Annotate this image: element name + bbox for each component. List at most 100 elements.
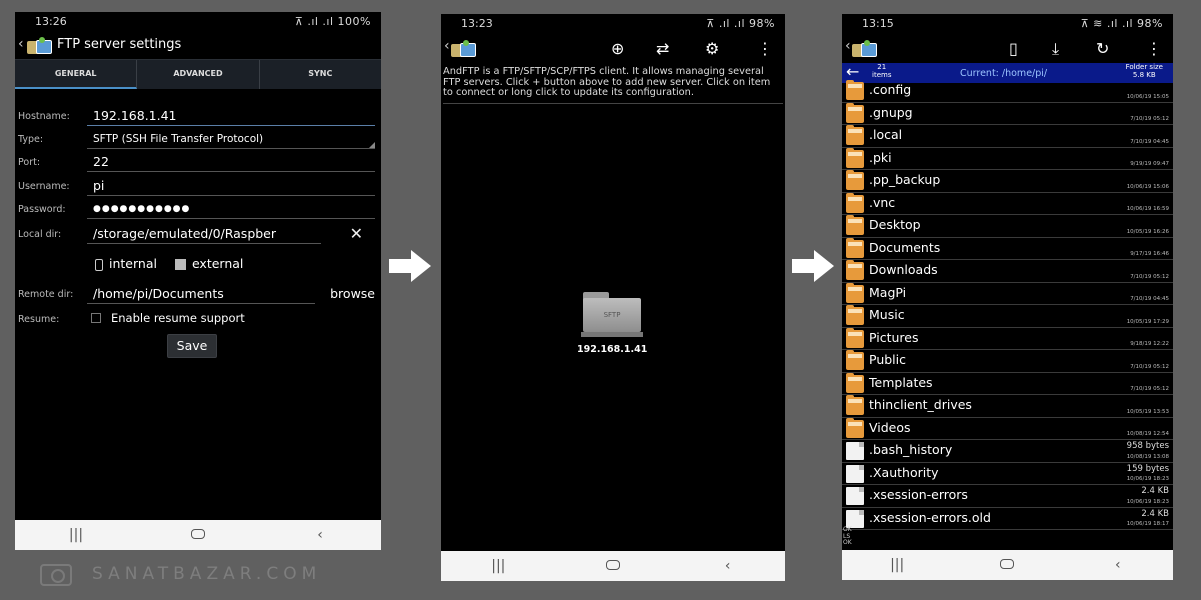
tab-bar: GENERAL ADVANCED SYNC	[15, 59, 381, 89]
folder-size-value: 5.8 KB	[1132, 70, 1156, 79]
recents-icon[interactable]: |||	[46, 527, 106, 543]
internal-option[interactable]: internal	[95, 256, 157, 271]
andftp-logo-icon	[27, 37, 53, 55]
file-row[interactable]: Pictures 9/18/19 12:22	[842, 327, 1173, 350]
home-icon	[1000, 559, 1015, 569]
recents-icon[interactable]: |||	[867, 557, 927, 573]
more-icon[interactable]: ⋮	[1146, 39, 1162, 58]
more-icon[interactable]: ⋮	[757, 39, 773, 58]
file-icon	[846, 442, 864, 460]
camera-icon	[40, 564, 72, 586]
local-dir-input[interactable]: /storage/emulated/0/Raspber	[87, 223, 321, 244]
password-input[interactable]: ●●●●●●●●●●●	[87, 198, 375, 219]
browse-button[interactable]: browse	[330, 286, 375, 301]
device-icon[interactable]: ▯	[1009, 39, 1018, 58]
file-name: .config	[869, 82, 912, 97]
file-row[interactable]: Templates 7/10/19 05:12	[842, 372, 1173, 395]
back-icon[interactable]: ‹	[845, 38, 851, 54]
file-name: .pki	[869, 149, 892, 165]
recents-icon[interactable]: |||	[468, 558, 528, 574]
up-arrow-icon[interactable]: ←	[846, 63, 859, 81]
file-row[interactable]: Downloads 7/10/19 05:12	[842, 260, 1173, 283]
file-name: .xsession-errors.old	[869, 509, 991, 525]
file-name: Public	[869, 352, 906, 367]
file-row[interactable]: .config 10/06/19 15:05	[842, 80, 1173, 103]
resume-checkbox[interactable]	[91, 313, 101, 323]
external-option[interactable]: external	[174, 256, 243, 271]
andftp-logo-icon	[451, 40, 477, 58]
add-server-icon[interactable]: ⊕	[611, 39, 624, 58]
file-row[interactable]: Public 7/10/19 05:12	[842, 350, 1173, 373]
back-nav-icon[interactable]: ‹	[1088, 557, 1148, 573]
file-row[interactable]: .local 7/10/19 04:45	[842, 125, 1173, 148]
folder-icon	[846, 305, 864, 325]
resume-checkbox-label: Enable resume support	[111, 311, 245, 325]
clear-icon[interactable]: ✕	[350, 224, 363, 243]
file-name: .vnc	[869, 194, 896, 210]
back-nav-icon[interactable]: ‹	[698, 558, 758, 574]
tab-advanced[interactable]: ADVANCED	[137, 60, 260, 89]
save-button[interactable]: Save	[167, 334, 217, 358]
transfer-icon[interactable]: ⇄	[656, 39, 669, 58]
home-button[interactable]	[583, 558, 643, 574]
file-name: .pp_backup	[869, 172, 941, 187]
file-row[interactable]: thinclient_drives 10/05/19 13:53	[842, 395, 1173, 418]
file-row[interactable]: .Xauthority 159 bytes 10/06/19 18:23	[842, 463, 1173, 485]
folder-icon	[846, 192, 864, 213]
file-row[interactable]: .bash_history 958 bytes 10/08/19 13:08	[842, 440, 1173, 463]
file-size: 2.4 KB	[1141, 486, 1169, 496]
remote-dir-input[interactable]: /home/pi/Documents	[87, 283, 315, 304]
refresh-icon[interactable]: ↻	[1096, 39, 1109, 58]
tab-general[interactable]: GENERAL	[15, 60, 138, 89]
tab-sync[interactable]: SYNC	[260, 60, 381, 89]
folder-icon	[846, 327, 864, 348]
file-row[interactable]: Videos 10/08/19 12:54	[842, 417, 1173, 440]
back-icon[interactable]: ‹	[444, 38, 450, 54]
file-row[interactable]: .gnupg 7/10/19 05:12	[842, 102, 1173, 125]
file-row[interactable]: .pp_backup 10/06/19 15:06	[842, 170, 1173, 193]
hostname-input[interactable]: 192.168.1.41	[87, 105, 375, 126]
file-row[interactable]: .pki 9/19/19 09:47	[842, 147, 1173, 170]
file-row[interactable]: .vnc 10/06/19 16:59	[842, 192, 1173, 215]
file-row[interactable]: .xsession-errors 2.4 KB 10/06/19 18:23	[842, 485, 1173, 508]
folder-icon	[846, 350, 864, 370]
server-item[interactable]: SFTP 192.168.1.41	[577, 292, 647, 355]
file-date: 9/17/19 16:46	[1130, 251, 1169, 257]
port-input[interactable]: 22	[87, 151, 375, 172]
file-row[interactable]: Documents 9/17/19 16:46	[842, 237, 1173, 260]
username-row: Username: pi	[15, 175, 381, 197]
file-date: 7/10/19 04:45	[1130, 296, 1169, 302]
file-date: 9/18/19 12:22	[1130, 341, 1169, 347]
system-nav-bar: ||| ‹	[15, 520, 381, 550]
file-row[interactable]: .xsession-errors.old 2.4 KB 10/06/19 18:17	[842, 508, 1173, 530]
home-button[interactable]	[977, 557, 1037, 573]
file-date: 10/08/19 12:54	[1126, 431, 1169, 437]
sftp-folder-icon: SFTP	[581, 292, 643, 338]
file-name: Pictures	[869, 329, 919, 345]
sdcard-icon	[174, 259, 186, 270]
file-name: Documents	[869, 239, 941, 255]
download-icon[interactable]: ⤓	[1052, 39, 1059, 59]
file-row[interactable]: Music 10/05/19 17:29	[842, 305, 1173, 328]
file-row[interactable]: MagPi 7/10/19 04:45	[842, 282, 1173, 305]
system-nav-bar: ||| ‹	[842, 550, 1173, 580]
gear-icon[interactable]: ⚙	[705, 39, 719, 58]
username-input[interactable]: pi	[87, 175, 375, 196]
home-button[interactable]	[168, 527, 228, 543]
resume-row: Resume: Enable resume support	[15, 308, 381, 330]
port-label: Port:	[18, 157, 41, 168]
back-icon[interactable]: ‹	[18, 36, 24, 52]
folder-icon	[846, 260, 864, 280]
type-select[interactable]: SFTP (SSH File Transfer Protocol)	[87, 128, 375, 149]
back-nav-icon[interactable]: ‹	[290, 527, 350, 543]
folder-icon	[846, 80, 864, 100]
file-name: .xsession-errors	[869, 487, 968, 502]
file-date: 7/10/19 05:12	[1130, 116, 1169, 122]
toolbar: ‹ ▯ ⤓ ↻ ⋮	[842, 36, 1173, 62]
status-bar: 13:15 ⊼ ≋ .ıl .ıl 98%	[842, 14, 1173, 34]
file-row[interactable]: Desktop 10/05/19 16:26	[842, 215, 1173, 238]
password-label: Password:	[18, 204, 66, 215]
folder-icon	[846, 170, 864, 190]
file-date: 10/06/19 18:23	[1126, 476, 1169, 482]
file-date: 7/10/19 05:12	[1130, 386, 1169, 392]
